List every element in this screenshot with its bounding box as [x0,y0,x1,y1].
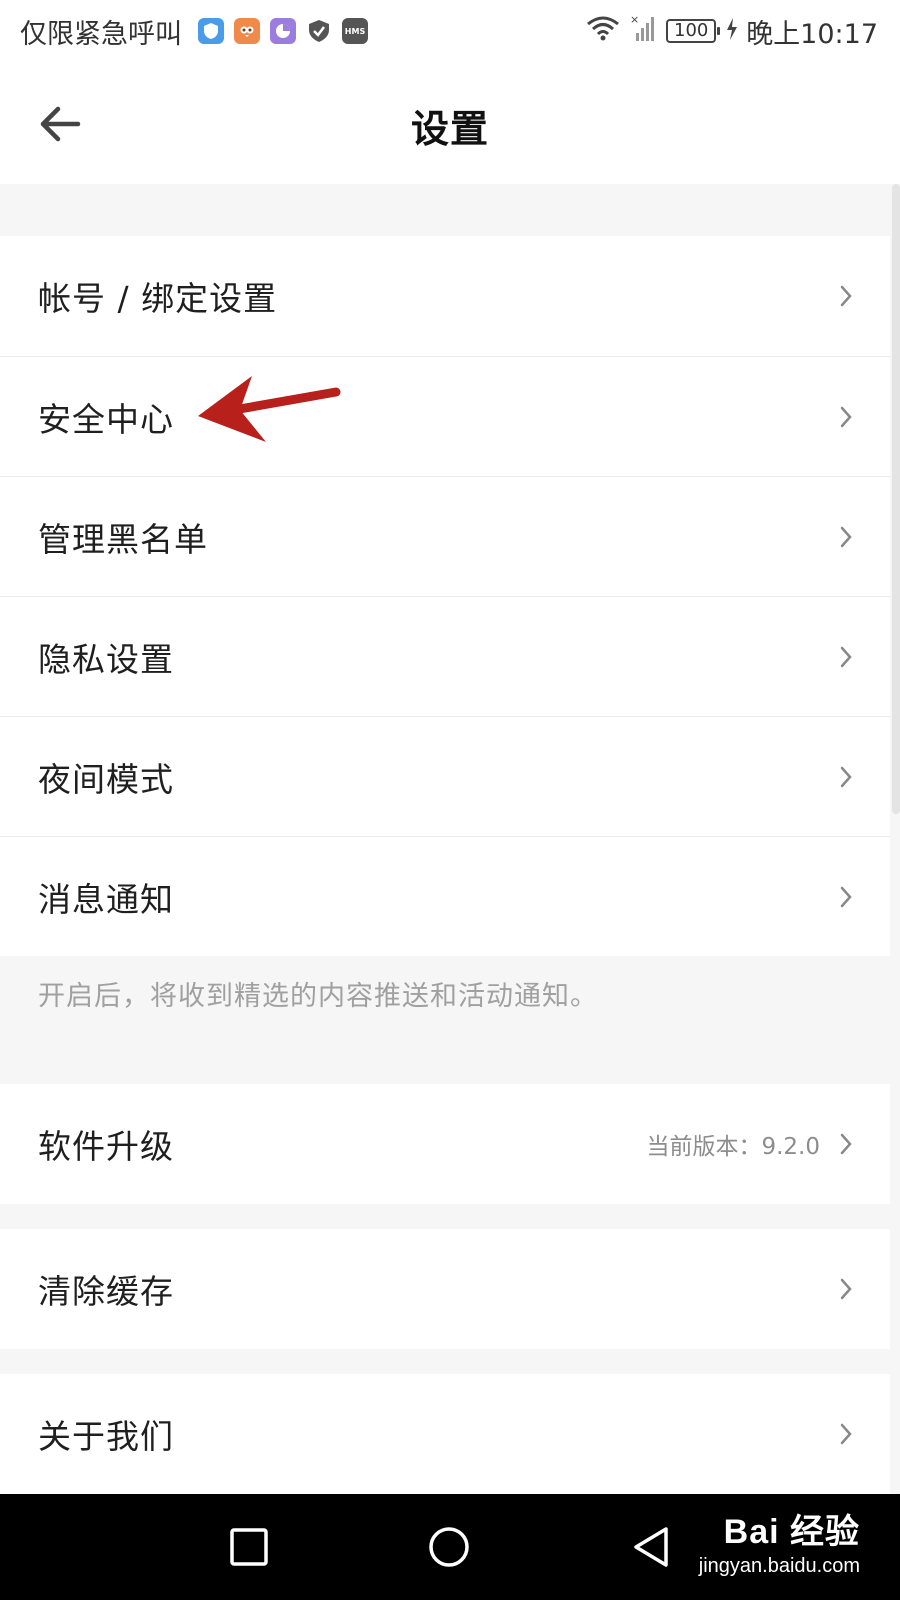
clock: 晚上10:17 [746,18,878,50]
chevron-right-icon [836,1420,856,1448]
chevron-right-icon [836,282,856,310]
status-bar: 仅限紧急呼叫 HMS × 100 晚上10:17 [0,0,900,62]
settings-content[interactable]: 帐号 / 绑定设置 安全中心 管理黑名单 隐私设置 夜间模式 消息通知 开启后，… [0,184,900,1494]
settings-group-about: 关于我们 [0,1374,890,1494]
charging-icon [726,16,738,47]
signal-icon: × [628,13,658,50]
carrier-text: 仅限紧急呼叫 [20,18,182,50]
account-binding-row[interactable]: 帐号 / 绑定设置 [0,236,890,356]
row-label: 帐号 / 绑定设置 [38,279,278,318]
wifi-icon [586,14,620,49]
scrollbar[interactable] [892,184,900,814]
row-label: 清除缓存 [38,1272,174,1311]
settings-group-upgrade: 软件升级 当前版本：9.2.0 [0,1084,890,1204]
row-label: 安全中心 [38,399,174,439]
chevron-right-icon [836,523,856,551]
svg-text:×: × [630,13,639,26]
current-version-text: 当前版本：9.2.0 [646,1134,820,1160]
settings-group-main: 帐号 / 绑定设置 安全中心 管理黑名单 隐私设置 夜间模式 消息通知 [0,236,890,956]
clear-cache-row[interactable]: 清除缓存 [0,1229,890,1349]
page-title: 设置 [410,107,489,151]
status-left: 仅限紧急呼叫 HMS [20,12,368,51]
chart-app-icon [270,18,296,44]
battery-indicator: 100 [666,19,721,43]
navigation-bar: Bai 经验 jingyan.baidu.com [0,1494,900,1600]
chevron-right-icon [836,1130,856,1158]
row-label: 关于我们 [38,1417,174,1456]
chevron-right-icon [836,643,856,671]
title-bar: 设置 [0,62,900,184]
row-label: 消息通知 [38,879,174,919]
row-label: 夜间模式 [38,759,174,799]
notification-row[interactable]: 消息通知 [0,836,890,956]
circle-icon [429,1527,469,1567]
privacy-settings-row[interactable]: 隐私设置 [0,596,890,716]
triangle-back-icon [634,1527,668,1567]
row-label: 隐私设置 [38,639,174,679]
row-label: 软件升级 [38,1127,174,1166]
security-shield-icon [306,18,332,44]
night-mode-row[interactable]: 夜间模式 [0,716,890,836]
annotation-arrow-icon [198,376,341,442]
chevron-right-icon [836,403,856,431]
notification-hint-text: 开启后，将收到精选的内容推送和活动通知。 [38,981,598,1012]
settings-group-cache: 清除缓存 [0,1229,890,1349]
blacklist-row[interactable]: 管理黑名单 [0,476,890,596]
security-center-row[interactable]: 安全中心 [0,356,890,476]
chevron-right-icon [836,1275,856,1303]
owl-app-icon [234,18,260,44]
chevron-right-icon [836,763,856,791]
watermark-main: Bai 经验 [723,1513,860,1551]
hms-icon: HMS [342,18,368,44]
watermark-url: jingyan.baidu.com [698,1555,860,1577]
status-right: × 100 晚上10:17 [578,12,878,51]
about-us-row[interactable]: 关于我们 [0,1374,890,1494]
shield-app-icon [198,18,224,44]
home-button[interactable] [422,1520,476,1574]
row-label: 管理黑名单 [38,519,208,559]
chevron-right-icon [836,883,856,911]
square-icon [230,1528,268,1566]
back-nav-button[interactable] [624,1520,678,1574]
baidu-jingyan-watermark: Bai 经验 jingyan.baidu.com [699,1504,860,1578]
recent-apps-button[interactable] [222,1520,276,1574]
software-upgrade-row[interactable]: 软件升级 当前版本：9.2.0 [0,1084,890,1204]
